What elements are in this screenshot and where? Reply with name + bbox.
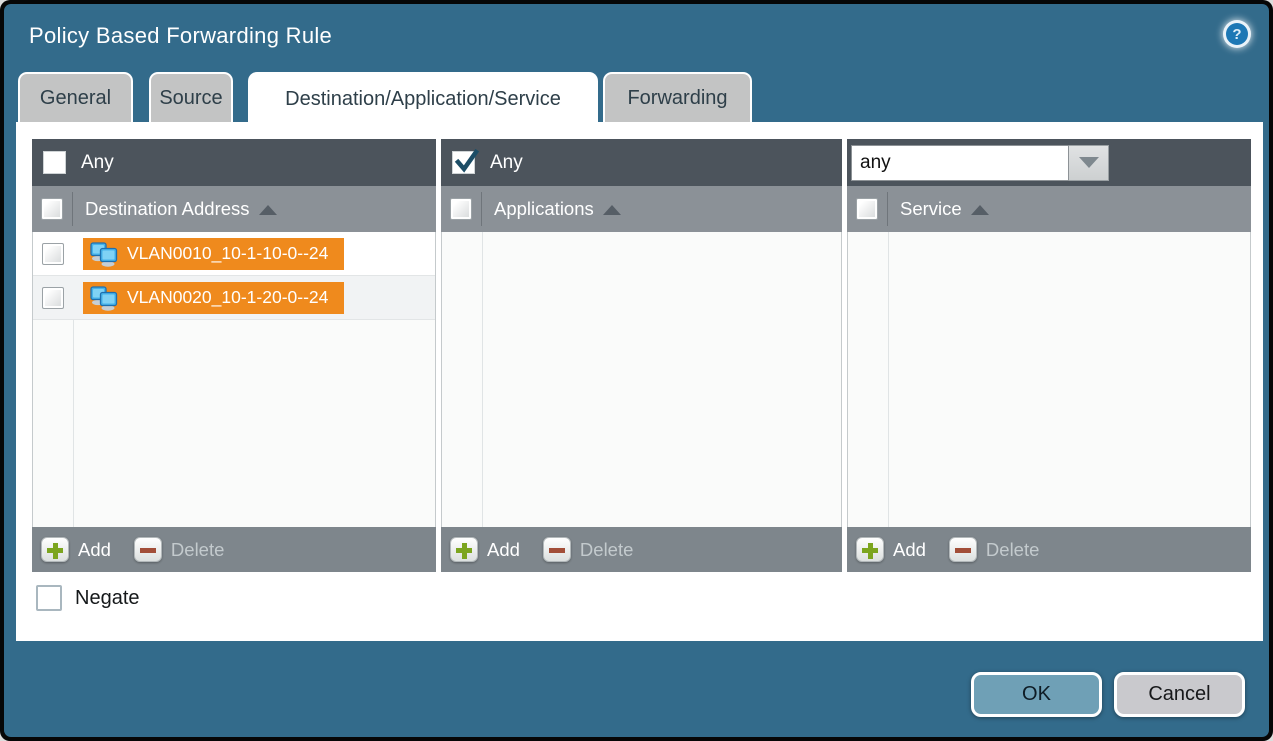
- tab-bar: General Source Destination/Application/S…: [18, 72, 752, 124]
- destination-header-row[interactable]: Destination Address: [32, 186, 436, 232]
- add-button[interactable]: Add: [893, 539, 926, 561]
- service-header-row[interactable]: Service: [847, 186, 1251, 232]
- delete-icon[interactable]: [543, 537, 571, 562]
- cancel-button[interactable]: Cancel: [1114, 672, 1245, 717]
- add-icon[interactable]: [856, 537, 884, 562]
- row-checkbox[interactable]: [42, 287, 64, 309]
- applications-column: Any Applications Add Del: [441, 139, 842, 572]
- delete-icon[interactable]: [134, 537, 162, 562]
- applications-any-checkbox[interactable]: [452, 151, 475, 174]
- tab-forwarding[interactable]: Forwarding: [603, 72, 752, 122]
- negate-label: Negate: [75, 587, 140, 610]
- help-icon: ?: [1226, 23, 1248, 45]
- destination-column-header: Destination Address: [85, 198, 250, 220]
- applications-any-label: Any: [490, 152, 523, 174]
- service-list: [847, 232, 1251, 527]
- applications-toolbar: Add Delete: [441, 527, 842, 572]
- applications-select-all-checkbox[interactable]: [450, 198, 472, 220]
- computers-icon: [89, 241, 119, 267]
- applications-column-header: Applications: [494, 198, 594, 220]
- list-column-divider: [888, 232, 889, 527]
- sort-asc-icon[interactable]: [603, 205, 621, 215]
- computers-icon: [89, 285, 119, 311]
- ok-button[interactable]: OK: [971, 672, 1102, 717]
- address-object-chip[interactable]: VLAN0010_10-1-10-0--24: [83, 238, 344, 270]
- row-checkbox[interactable]: [42, 243, 64, 265]
- delete-button[interactable]: Delete: [986, 539, 1039, 561]
- list-column-divider: [482, 232, 483, 527]
- service-toolbar: Add Delete: [847, 527, 1251, 572]
- address-object-name: VLAN0010_10-1-10-0--24: [127, 243, 328, 264]
- tab-content-panel: Any Destination Address: [16, 122, 1263, 641]
- applications-header-row[interactable]: Applications: [441, 186, 842, 232]
- tab-destination-application-service[interactable]: Destination/Application/Service: [248, 72, 598, 124]
- header-divider: [481, 192, 482, 226]
- address-object-name: VLAN0020_10-1-20-0--24: [127, 287, 328, 308]
- add-icon[interactable]: [450, 537, 478, 562]
- help-button[interactable]: ?: [1223, 20, 1251, 48]
- delete-button[interactable]: Delete: [171, 539, 224, 561]
- sort-asc-icon[interactable]: [971, 205, 989, 215]
- table-row: VLAN0020_10-1-20-0--24: [33, 276, 435, 320]
- destination-any-checkbox[interactable]: [43, 151, 66, 174]
- sort-asc-icon[interactable]: [259, 205, 277, 215]
- page-title: Policy Based Forwarding Rule: [29, 23, 332, 49]
- service-column: Service Add Delete: [847, 139, 1251, 572]
- applications-list: [441, 232, 842, 527]
- service-dropdown-button[interactable]: [1069, 145, 1109, 181]
- destination-any-bar: Any: [32, 139, 436, 186]
- add-icon[interactable]: [41, 537, 69, 562]
- destination-toolbar: Add Delete: [32, 527, 436, 572]
- policy-forwarding-dialog: Policy Based Forwarding Rule ? General S…: [0, 0, 1273, 741]
- delete-icon[interactable]: [949, 537, 977, 562]
- service-any-bar: [847, 139, 1251, 186]
- negate-control: Negate: [36, 585, 140, 611]
- destination-address-column: Any Destination Address: [32, 139, 436, 572]
- service-column-header: Service: [900, 198, 962, 220]
- table-row: VLAN0010_10-1-10-0--24: [33, 232, 435, 276]
- header-divider: [887, 192, 888, 226]
- applications-any-bar: Any: [441, 139, 842, 186]
- tab-general[interactable]: General: [18, 72, 133, 122]
- tab-source[interactable]: Source: [149, 72, 233, 122]
- delete-button[interactable]: Delete: [580, 539, 633, 561]
- checkmark-icon: [453, 148, 481, 176]
- add-button[interactable]: Add: [78, 539, 111, 561]
- destination-list: VLAN0010_10-1-10-0--24: [32, 232, 436, 527]
- negate-checkbox[interactable]: [36, 585, 62, 611]
- dialog-body: Policy Based Forwarding Rule ? General S…: [4, 4, 1269, 737]
- header-divider: [72, 192, 73, 226]
- destination-any-label: Any: [81, 152, 114, 174]
- address-object-chip[interactable]: VLAN0020_10-1-20-0--24: [83, 282, 344, 314]
- service-select-all-checkbox[interactable]: [856, 198, 878, 220]
- service-dropdown-input[interactable]: [851, 145, 1069, 181]
- chevron-down-icon: [1079, 157, 1099, 168]
- add-button[interactable]: Add: [487, 539, 520, 561]
- destination-select-all-checkbox[interactable]: [41, 198, 63, 220]
